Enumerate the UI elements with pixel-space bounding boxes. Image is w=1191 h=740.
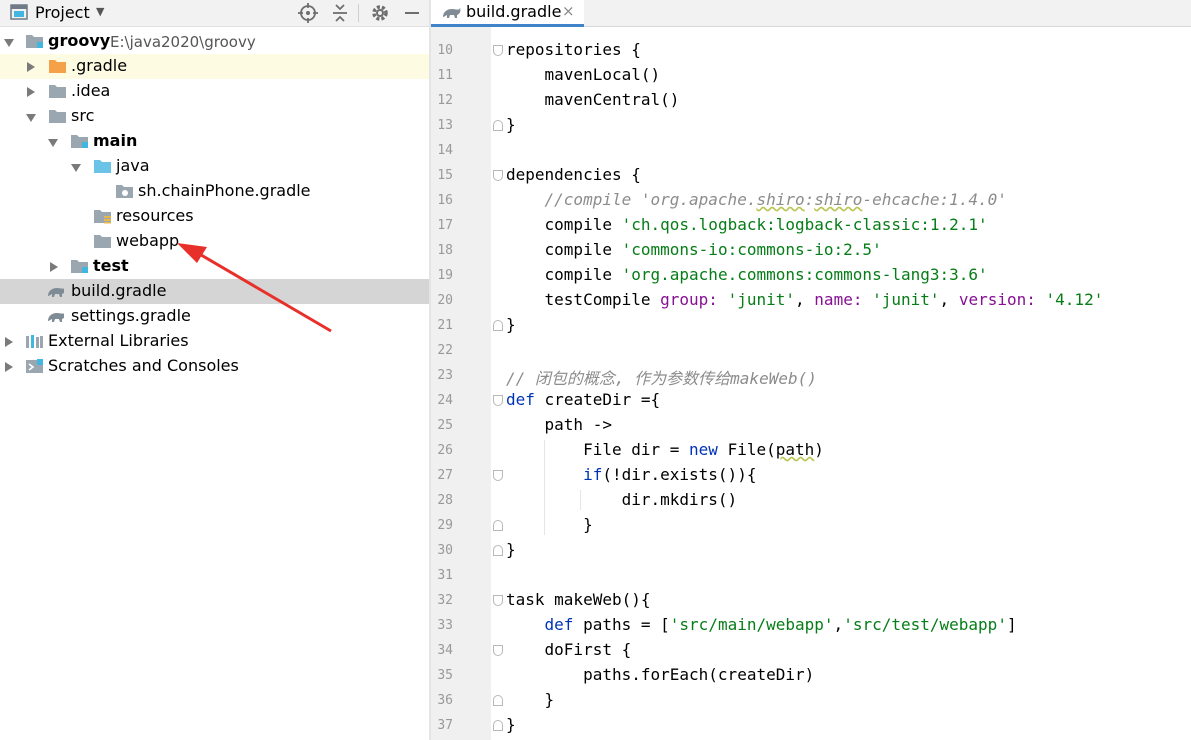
code-line[interactable]: compile 'commons-io:commons-io:2.5' [506, 240, 882, 259]
code-line[interactable]: } [506, 115, 516, 134]
close-icon[interactable]: × [562, 2, 575, 20]
code-line[interactable]: } [506, 690, 555, 709]
code-line[interactable]: dependencies { [506, 165, 641, 184]
code-line[interactable]: paths.forEach(createDir) [506, 665, 814, 684]
line-number: 17 [437, 218, 453, 233]
code-line[interactable]: } [506, 515, 593, 534]
editor-panel: build.gradle × 10 11 12 13 14 15 16 17 1… [431, 0, 1191, 740]
fold-marker-icon[interactable] [493, 520, 503, 531]
code-line[interactable]: doFirst { [506, 640, 632, 659]
code-line[interactable]: path -> [506, 415, 612, 434]
line-number: 25 [437, 418, 453, 433]
line-number: 34 [437, 643, 453, 658]
code-line[interactable]: mavenLocal() [506, 65, 661, 84]
code-line[interactable]: //compile 'org.apache.shiro:shiro-ehcach… [506, 190, 1007, 209]
code-line[interactable]: testCompile group: 'junit', name: 'junit… [506, 290, 1104, 309]
line-number: 20 [437, 293, 453, 308]
line-number: 31 [437, 568, 453, 583]
fold-marker-icon[interactable] [493, 595, 503, 606]
editor-tab-bar: build.gradle × [431, 0, 1191, 27]
line-number: 33 [437, 618, 453, 633]
line-number: 13 [437, 118, 453, 133]
fold-marker-icon[interactable] [493, 170, 503, 181]
fold-marker-icon[interactable] [493, 695, 503, 706]
fold-marker-icon[interactable] [493, 545, 503, 556]
line-number: 21 [437, 318, 453, 333]
line-number: 15 [437, 168, 453, 183]
line-number: 30 [437, 543, 453, 558]
line-number: 24 [437, 393, 453, 408]
code-line[interactable]: dir.mkdirs() [506, 490, 738, 509]
line-number: 16 [437, 193, 453, 208]
tab-label: build.gradle [466, 2, 562, 21]
code-line[interactable]: } [506, 540, 516, 559]
line-number: 37 [437, 718, 453, 733]
fold-marker-icon[interactable] [493, 395, 503, 406]
line-number: 19 [437, 268, 453, 283]
line-number: 23 [437, 368, 453, 383]
fold-marker-icon[interactable] [493, 45, 503, 56]
code-line[interactable]: compile 'org.apache.commons:commons-lang… [506, 265, 988, 284]
line-number: 18 [437, 243, 453, 258]
line-number: 27 [437, 468, 453, 483]
code-line[interactable]: repositories { [506, 40, 641, 59]
fold-marker-icon[interactable] [493, 320, 503, 331]
line-number: 22 [437, 343, 453, 358]
code-line[interactable]: compile 'ch.qos.logback:logback-classic:… [506, 215, 988, 234]
line-number: 32 [437, 593, 453, 608]
line-number: 12 [437, 93, 453, 108]
editor-gutter: 10 11 12 13 14 15 16 17 18 19 20 21 22 2… [431, 27, 491, 740]
code-line[interactable]: } [506, 315, 516, 334]
code-line[interactable]: // 闭包的概念, 作为参数传给makeWeb() [506, 365, 817, 389]
fold-marker-icon[interactable] [493, 470, 503, 481]
line-number: 11 [437, 68, 453, 83]
code-line[interactable]: def paths = ['src/main/webapp','src/test… [506, 615, 1017, 634]
red-arrow-annotation-icon [177, 243, 332, 333]
line-number: 14 [437, 143, 453, 158]
tab-build-gradle[interactable]: build.gradle × [431, 0, 584, 27]
line-number: 26 [437, 443, 453, 458]
line-number: 36 [437, 693, 453, 708]
code-line[interactable]: mavenCentral() [506, 90, 680, 109]
line-number: 10 [437, 43, 453, 58]
line-number: 29 [437, 518, 453, 533]
fold-marker-icon[interactable] [493, 720, 503, 731]
code-line[interactable]: if(!dir.exists()){ [506, 465, 756, 484]
gradle-icon [443, 8, 461, 18]
code-line[interactable]: File dir = new File(path) [506, 440, 824, 459]
line-number: 35 [437, 668, 453, 683]
fold-marker-icon[interactable] [493, 645, 503, 656]
code-line[interactable]: def createDir ={ [506, 390, 660, 409]
code-line[interactable]: } [506, 715, 516, 734]
line-number: 28 [437, 493, 453, 508]
fold-marker-icon[interactable] [493, 120, 503, 131]
code-line[interactable]: task makeWeb(){ [506, 590, 651, 609]
